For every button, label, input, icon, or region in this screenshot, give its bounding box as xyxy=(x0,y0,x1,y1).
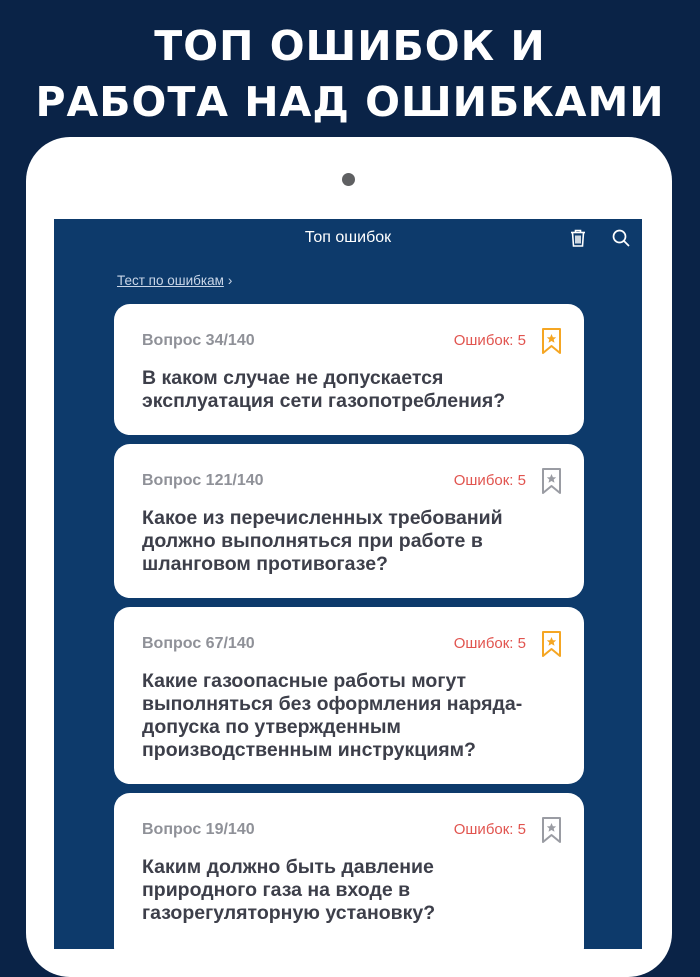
nav-title: Топ ошибок xyxy=(304,229,392,246)
question-text: Какие газоопасные работы могут выполнять… xyxy=(142,670,523,761)
question-card[interactable]: Вопрос 34/140 Ошибок: 5 В каком случае н… xyxy=(114,304,584,435)
chevron-right-icon: › xyxy=(227,273,233,288)
question-text: В каком случае не допускается эксплуатац… xyxy=(142,367,506,412)
error-count: Ошибок: 5 xyxy=(453,472,526,489)
trash-icon[interactable] xyxy=(568,228,588,248)
app-screen: Топ ошибок Тест по ошибкам › Вопрос 34/14… xyxy=(54,219,642,949)
bookmark-star-icon[interactable] xyxy=(541,467,562,495)
question-number: Вопрос 121/140 xyxy=(142,472,264,489)
question-number: Вопрос 67/140 xyxy=(142,635,255,652)
retest-link[interactable]: Тест по ошибкам › xyxy=(117,272,232,290)
error-count: Ошибок: 5 xyxy=(453,332,526,349)
question-text: Какое из перечисленных требований должно… xyxy=(142,507,503,575)
promo-title: ТОП ОШИБОК И РАБОТА НАД ОШИБКАМИ xyxy=(0,18,700,130)
promo-title-line-2: РАБОТА НАД ОШИБКАМИ xyxy=(35,78,665,126)
retest-link-label: Тест по ошибкам xyxy=(117,273,224,288)
bookmark-star-icon-active[interactable] xyxy=(541,327,562,355)
error-count: Ошибок: 5 xyxy=(453,635,526,652)
question-number: Вопрос 19/140 xyxy=(142,821,255,838)
error-count: Ошибок: 5 xyxy=(453,821,526,838)
tablet-camera xyxy=(342,173,355,186)
question-card[interactable]: Вопрос 121/140 Ошибок: 5 Какое из перечи… xyxy=(114,444,584,598)
question-number: Вопрос 34/140 xyxy=(142,332,255,349)
question-card[interactable]: Вопрос 67/140 Ошибок: 5 Какие газоопасны… xyxy=(114,607,584,784)
question-text: Каким должно быть давление природного га… xyxy=(142,856,436,924)
question-card[interactable]: Вопрос 19/140 Ошибок: 5 Каким должно быт… xyxy=(114,793,584,949)
promo-title-line-1: ТОП ОШИБОК И xyxy=(154,22,546,70)
bookmark-star-icon-active[interactable] xyxy=(541,630,562,658)
bookmark-star-icon[interactable] xyxy=(541,816,562,844)
search-icon[interactable] xyxy=(611,228,631,248)
